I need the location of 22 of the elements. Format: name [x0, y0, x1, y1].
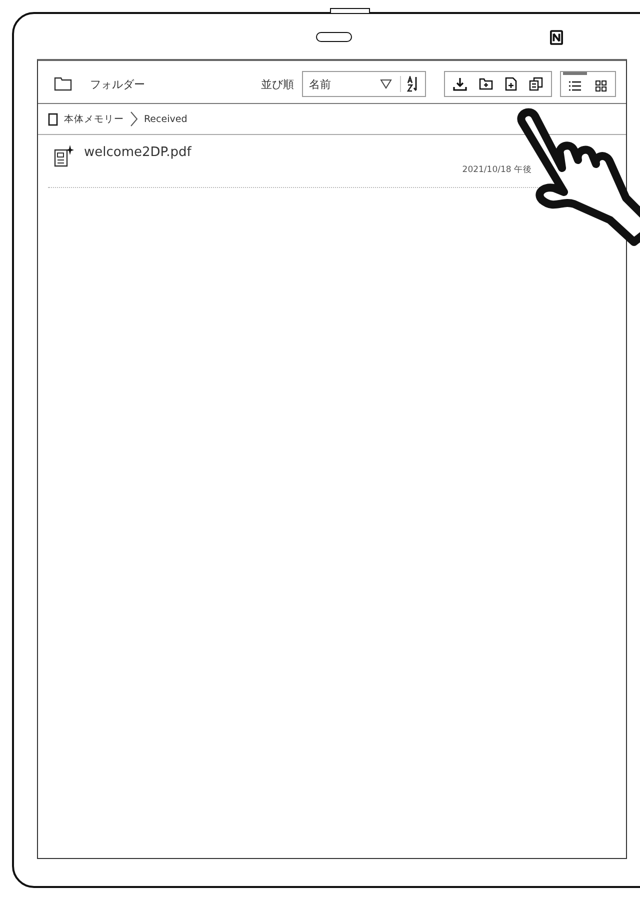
- speaker-slot: [316, 32, 352, 42]
- copy-document-icon[interactable]: [529, 77, 543, 91]
- nfc-icon: [550, 30, 563, 45]
- new-folder-icon[interactable]: [479, 78, 493, 90]
- file-date: 2021/10/18 午後: [462, 164, 532, 176]
- breadcrumb-item[interactable]: 本体メモリー: [64, 112, 124, 126]
- grid-icon: [595, 80, 607, 92]
- sort-order-icon[interactable]: [400, 76, 419, 92]
- device-icon: [48, 112, 58, 126]
- new-document-icon: [54, 145, 74, 167]
- breadcrumb-item[interactable]: Received: [144, 114, 188, 124]
- sort-value: 名前: [309, 76, 332, 92]
- sort-label: 並び順: [261, 76, 294, 92]
- download-icon[interactable]: [453, 77, 467, 91]
- chevron-right-icon: [130, 111, 138, 127]
- list-icon: [568, 80, 582, 92]
- new-file-icon[interactable]: [505, 77, 517, 91]
- folder-label[interactable]: フォルダー: [90, 76, 145, 92]
- file-name: welcome2DP.pdf: [84, 145, 192, 160]
- sort-dropdown[interactable]: 名前: [302, 71, 426, 97]
- dropdown-triangle-icon: [380, 79, 392, 89]
- folder-icon: [54, 77, 72, 91]
